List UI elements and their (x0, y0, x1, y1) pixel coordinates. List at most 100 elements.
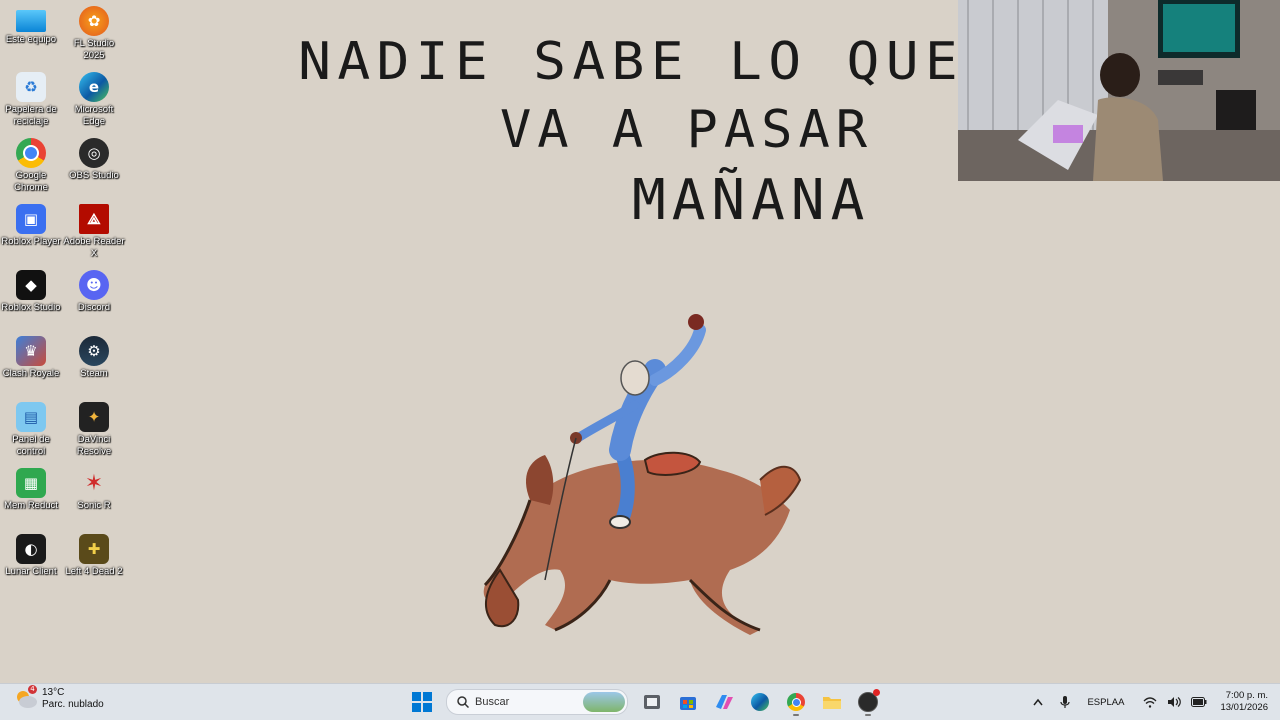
desktop-icon-este-equipo[interactable]: Este equipo (0, 6, 62, 46)
desktop-icon-label: Papelera de reciclaje (5, 104, 57, 127)
running-indicator (793, 714, 799, 716)
partly-cloudy-icon: 4 (14, 685, 38, 711)
task-view-button[interactable] (638, 688, 666, 716)
desktop-icon-label: Roblox Studio (1, 302, 61, 313)
language-indicator[interactable]: ESP LAA (1087, 697, 1124, 708)
left-4-dead-2-icon: ✚ (79, 534, 109, 564)
desktop-icon-steam[interactable]: ⚙ Steam (63, 336, 125, 380)
show-hidden-icons-button[interactable] (1033, 698, 1044, 706)
microphone-button[interactable] (1060, 695, 1071, 709)
obs-taskbar-button[interactable] (854, 688, 882, 716)
wallpaper-line-1: NADIE SABE LO QUE (298, 32, 965, 92)
desktop-icon-label: Lunar Client (5, 566, 57, 577)
desktop-icon-label: Left 4 Dead 2 (65, 566, 123, 577)
file-explorer-button[interactable] (818, 688, 846, 716)
desktop-icon-discord[interactable]: ☻ Discord (63, 270, 125, 314)
edge-icon (751, 693, 769, 711)
recycle-bin-icon: ♻ (16, 72, 46, 102)
desktop-icon-label: Este equipo (5, 34, 57, 45)
desktop-icon-label: Adobe Reader X (63, 236, 125, 259)
battery-button[interactable] (1191, 697, 1207, 707)
fl-studio-icon: ✿ (79, 6, 109, 36)
desktop-icon-mem-reduct[interactable]: ▦ Mem Reduct (0, 468, 62, 512)
discord-icon: ☻ (79, 270, 109, 300)
keyboard-layout: LAA (1106, 696, 1125, 708)
clash-royale-icon: ♛ (16, 336, 46, 366)
lunar-client-icon: ◐ (16, 534, 46, 564)
desktop-icon-papelera[interactable]: ♻ Papelera de reciclaje (0, 72, 62, 128)
recording-dot (873, 689, 880, 696)
speaker-icon (1168, 697, 1182, 707)
desktop-icon-label: Steam (80, 368, 108, 379)
language-code: ESP (1087, 696, 1107, 708)
desktop-icon-davinci[interactable]: ✦ DaVinci Resolve (63, 402, 125, 458)
sonic-r-icon: ✶ (84, 470, 104, 496)
windows-icon (412, 692, 432, 712)
edge-taskbar-button[interactable] (746, 688, 774, 716)
start-button[interactable] (408, 688, 436, 716)
weather-text: 13°C Parc. nublado (42, 687, 104, 711)
adobe-reader-icon: ⟁ (79, 204, 109, 234)
search-placeholder: Buscar (475, 696, 510, 708)
weather-badge: 4 (28, 685, 37, 694)
desktop-icon-label: Google Chrome (14, 170, 48, 193)
desktop-icon-label: DaVinci Resolve (76, 434, 112, 457)
desktop-icon-lunar-client[interactable]: ◐ Lunar Client (0, 534, 62, 578)
network-button[interactable] (1143, 696, 1157, 708)
clock[interactable]: 7:00 p. m. 13/01/2026 (1220, 690, 1268, 714)
weather-condition: Parc. nublado (42, 699, 104, 710)
roblox-studio-icon: ◆ (16, 270, 46, 300)
desktop-icon-sonic-r[interactable]: ✶ Sonic R (63, 468, 125, 512)
desktop-icon-label: FL Studio 2025 (73, 38, 115, 61)
desktop-icon-label: Microsoft Edge (74, 104, 114, 127)
volume-button[interactable] (1167, 696, 1182, 708)
chevron-up-icon (1033, 698, 1044, 706)
task-view-icon (644, 695, 660, 709)
desktop-icon-edge[interactable]: e Microsoft Edge (63, 72, 125, 128)
desktop-icon-label: Discord (77, 302, 111, 313)
search-highlight-image (583, 692, 625, 712)
desktop-icon-adobe-reader[interactable]: ⟁ Adobe Reader X (63, 204, 125, 260)
monitor-icon (16, 10, 46, 32)
obs-icon: ◎ (79, 138, 109, 168)
copilot-icon (716, 695, 733, 709)
edge-icon: e (79, 72, 109, 102)
chrome-icon (787, 693, 805, 711)
desktop-icon-fl-studio[interactable]: ✿ FL Studio 2025 (63, 6, 125, 62)
desktop-icon-label: Panel de control (12, 434, 50, 457)
desktop-icon-roblox-player[interactable]: ▣ Roblox Player (0, 204, 62, 248)
store-button[interactable] (674, 688, 702, 716)
desktop-icon-left-4-dead-2[interactable]: ✚ Left 4 Dead 2 (63, 534, 125, 578)
desktop-icon-label: Mem Reduct (4, 500, 58, 511)
taskbar-center: Buscar (404, 688, 886, 716)
desktop-icon-chrome[interactable]: Google Chrome (0, 138, 62, 194)
roblox-player-icon: ▣ (16, 204, 46, 234)
desktop-icon-roblox-studio[interactable]: ◆ Roblox Studio (0, 270, 62, 314)
desktop-icon-label: OBS Studio (69, 170, 119, 181)
wallpaper-line-2: VA A PASAR (500, 100, 874, 160)
desktop-icon-obs[interactable]: ◎ OBS Studio (63, 138, 125, 182)
clock-date: 13/01/2026 (1220, 702, 1268, 713)
folder-icon (823, 697, 841, 709)
wallpaper-line-3: MAÑANA (632, 168, 871, 233)
taskbar: 4 13°C Parc. nublado Buscar ESP LAA 7:00… (0, 683, 1280, 720)
desktop-icon-label: Sonic R (77, 500, 111, 511)
running-indicator (865, 714, 871, 716)
desktop-icon-clash-royale[interactable]: ♛ Clash Royale (0, 336, 62, 380)
chrome-icon (16, 138, 46, 168)
wallpaper-horse-rider-art (460, 300, 820, 640)
desktop-icon-panel-control[interactable]: ▤ Panel de control (0, 402, 62, 458)
weather-widget[interactable]: 4 13°C Parc. nublado (14, 685, 104, 711)
control-panel-icon: ▤ (16, 402, 46, 432)
copilot-button[interactable] (710, 688, 738, 716)
desktop-icon-area: Este equipo ♻ Papelera de reciclaje Goog… (0, 0, 130, 680)
clock-time: 7:00 p. m. (1225, 690, 1268, 701)
wifi-icon (1143, 696, 1157, 708)
taskbar-search[interactable]: Buscar (446, 689, 628, 715)
mem-reduct-icon: ▦ (16, 468, 46, 498)
desktop-icon-label: Clash Royale (2, 368, 60, 379)
wallpaper-title: NADIE SABE LO QUE VA A PASAR MAÑANA (298, 26, 980, 246)
steam-icon: ⚙ (79, 336, 109, 366)
chrome-taskbar-button[interactable] (782, 688, 810, 716)
microphone-icon (1060, 696, 1071, 708)
